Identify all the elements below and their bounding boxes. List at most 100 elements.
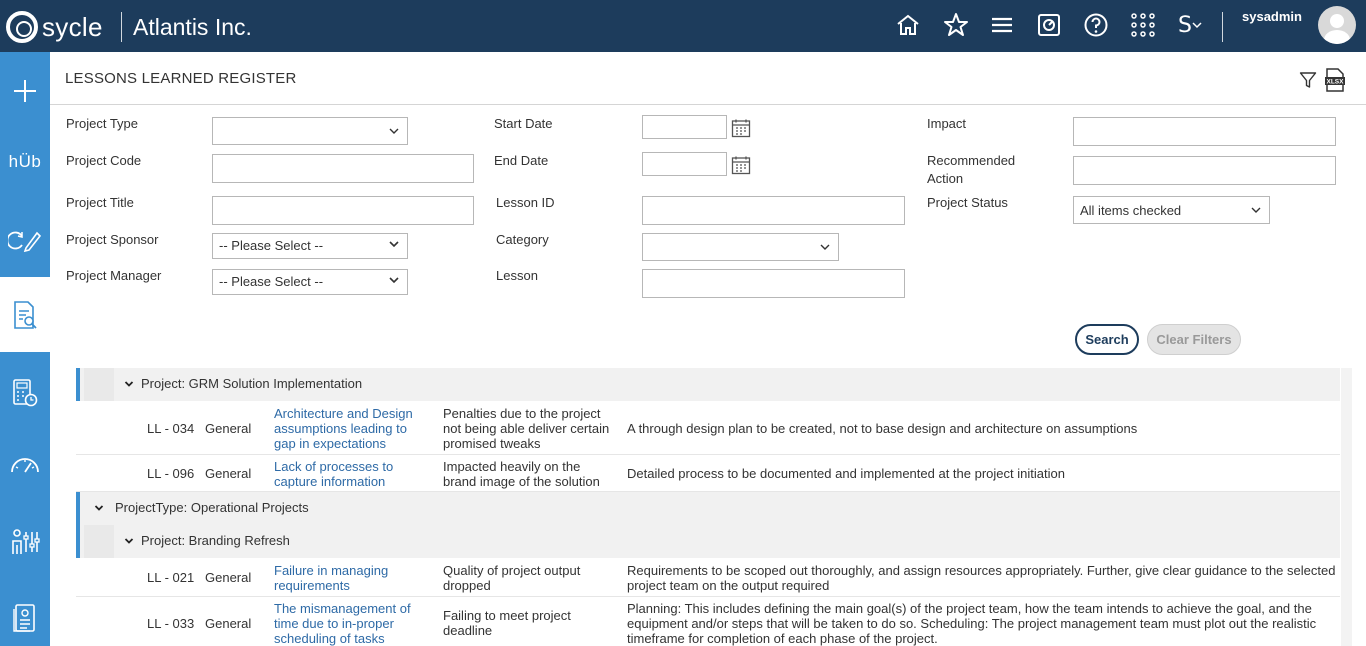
lesson-line: capture information: [274, 474, 386, 489]
chevron-down-icon: [389, 241, 399, 248]
impact-line: Quality of project output: [443, 563, 581, 578]
lesson-link[interactable]: Architecture and Design assumptions lead…: [274, 406, 413, 451]
lesson-id-input[interactable]: [642, 196, 905, 225]
document-search-icon[interactable]: [0, 277, 50, 352]
project-type-select[interactable]: [212, 117, 408, 145]
table-row[interactable]: LL - 034 General Architecture and Design…: [76, 401, 1340, 455]
xlsx-export-icon[interactable]: XLSX: [1324, 68, 1346, 92]
sidebar-item-hub[interactable]: hÜb: [0, 134, 50, 190]
category-select[interactable]: [642, 233, 839, 261]
user-menu-initial: S: [1178, 12, 1192, 38]
action-line: Planning: This includes defining the mai…: [627, 601, 1312, 616]
svg-text:XLSX: XLSX: [1327, 79, 1345, 86]
project-sponsor-select[interactable]: -- Please Select --: [212, 233, 408, 259]
lesson-link[interactable]: Failure in managing requirements: [274, 563, 388, 593]
recommended-action-cell: Detailed process to be documented and im…: [627, 466, 1065, 481]
refresh-edit-icon[interactable]: [0, 212, 50, 268]
app-logo[interactable]: sycle: [6, 10, 103, 44]
chevron-down-icon[interactable]: [94, 503, 104, 513]
user-switch-menu[interactable]: S: [1174, 11, 1206, 39]
username[interactable]: sysadmin: [1242, 9, 1302, 24]
report-icon[interactable]: [0, 590, 50, 646]
end-date-input[interactable]: [642, 152, 727, 176]
impact-line: promised tweaks: [443, 436, 541, 451]
filter-icon[interactable]: [1297, 68, 1319, 92]
start-date-input[interactable]: [642, 115, 727, 139]
lesson-line: Lack of processes to: [274, 459, 394, 474]
lesson-line: requirements: [274, 578, 350, 593]
plus-icon[interactable]: [0, 63, 50, 119]
gauge-icon[interactable]: [0, 438, 50, 494]
impact-label: Impact: [927, 116, 967, 131]
star-icon[interactable]: [942, 11, 970, 39]
group-label: Project: Branding Refresh: [141, 533, 290, 548]
company-name: Atlantis Inc.: [133, 14, 252, 40]
lesson-id-label: Lesson ID: [496, 195, 555, 210]
avatar[interactable]: [1318, 6, 1356, 44]
project-manager-select[interactable]: -- Please Select --: [212, 269, 408, 295]
calendar-icon[interactable]: [731, 118, 751, 138]
impact-cell: Impacted heavily on the brand image of t…: [443, 459, 600, 489]
lesson-input[interactable]: [642, 269, 905, 298]
impact-line: brand image of the solution: [443, 474, 600, 489]
people-settings-icon[interactable]: [0, 514, 50, 570]
impact-line: not being able deliver certain: [443, 421, 610, 436]
chevron-down-icon: [820, 244, 830, 250]
lesson-line: The mismanagement of: [274, 601, 411, 616]
hub-text: hÜb: [8, 152, 42, 171]
clear-filters-button[interactable]: Clear Filters: [1147, 324, 1241, 355]
lesson-line: Failure in managing: [274, 563, 389, 578]
project-status-select[interactable]: All items checked: [1073, 196, 1270, 224]
home-icon[interactable]: [894, 11, 922, 39]
impact-line: Impacted heavily on the: [443, 459, 581, 474]
lesson-id-cell: LL - 096: [147, 466, 195, 481]
project-sponsor-label: Project Sponsor: [66, 232, 159, 247]
project-code-label: Project Code: [66, 153, 142, 168]
impact-cell: Quality of project output dropped: [443, 563, 580, 593]
end-date-label: End Date: [494, 153, 549, 168]
top-header: sycle Atlantis Inc. S sysadmin: [0, 0, 1366, 52]
header-divider: [1222, 12, 1223, 42]
calendar-icon[interactable]: [731, 155, 751, 175]
lesson-line: time due to in-proper: [274, 616, 394, 631]
project-code-input[interactable]: [212, 154, 474, 183]
table-row[interactable]: LL - 021 General Failure in managing req…: [76, 558, 1340, 597]
search-button[interactable]: Search: [1075, 324, 1139, 355]
chevron-down-icon: [389, 128, 399, 134]
chevron-down-icon[interactable]: [124, 379, 134, 389]
table-row[interactable]: LL - 096 General Lack of processes to ca…: [76, 455, 1340, 492]
dashboard-icon[interactable]: [1035, 11, 1063, 39]
action-line: project team on the output required: [627, 578, 830, 593]
lesson-link[interactable]: The mismanagement of time due to in-prop…: [274, 601, 411, 646]
group-header-project[interactable]: Project: Branding Refresh: [76, 525, 1340, 558]
project-title-label: Project Title: [66, 195, 134, 210]
menu-icon[interactable]: [988, 11, 1016, 39]
grid-scrollbar[interactable]: [1341, 368, 1352, 646]
help-icon[interactable]: [1082, 11, 1110, 39]
recommended-action-input[interactable]: [1073, 156, 1336, 185]
group-header-project-type[interactable]: ProjectType: Operational Projects: [76, 492, 1340, 525]
calculator-clock-icon[interactable]: [0, 365, 50, 421]
chevron-down-icon: [389, 277, 399, 284]
action-line: timeframe for completion of each phase o…: [627, 631, 938, 646]
chevron-down-icon[interactable]: [124, 536, 134, 546]
lesson-link[interactable]: Lack of processes to capture information: [274, 459, 393, 489]
table-row[interactable]: LL - 033 General The mismanagement of ti…: [76, 597, 1340, 646]
action-line: Requirements to be scoped out thoroughly…: [627, 563, 1336, 578]
impact-cell: Penalties due to the project not being a…: [443, 406, 609, 451]
project-title-input[interactable]: [212, 196, 474, 225]
left-sidebar: hÜb: [0, 52, 50, 646]
lesson-line: Architecture and Design: [274, 406, 413, 421]
action-line: equipment and/or steps that will be take…: [627, 616, 1317, 631]
recommended-action-cell: Requirements to be scoped out thoroughly…: [627, 563, 1335, 593]
logo-text: sycle: [42, 11, 103, 42]
impact-line: Failing to meet project: [443, 608, 571, 623]
group-header-project[interactable]: Project: GRM Solution Implementation: [76, 368, 1340, 401]
logo-mark-icon: [6, 11, 38, 43]
impact-line: Penalties due to the project: [443, 406, 601, 421]
action-line: Detailed process to be documented and im…: [627, 466, 1065, 481]
action-line: A through design plan to be created, not…: [627, 421, 1138, 436]
apps-grid-icon[interactable]: [1129, 11, 1157, 39]
impact-input[interactable]: [1073, 117, 1336, 146]
chevron-down-icon: [1251, 207, 1261, 213]
